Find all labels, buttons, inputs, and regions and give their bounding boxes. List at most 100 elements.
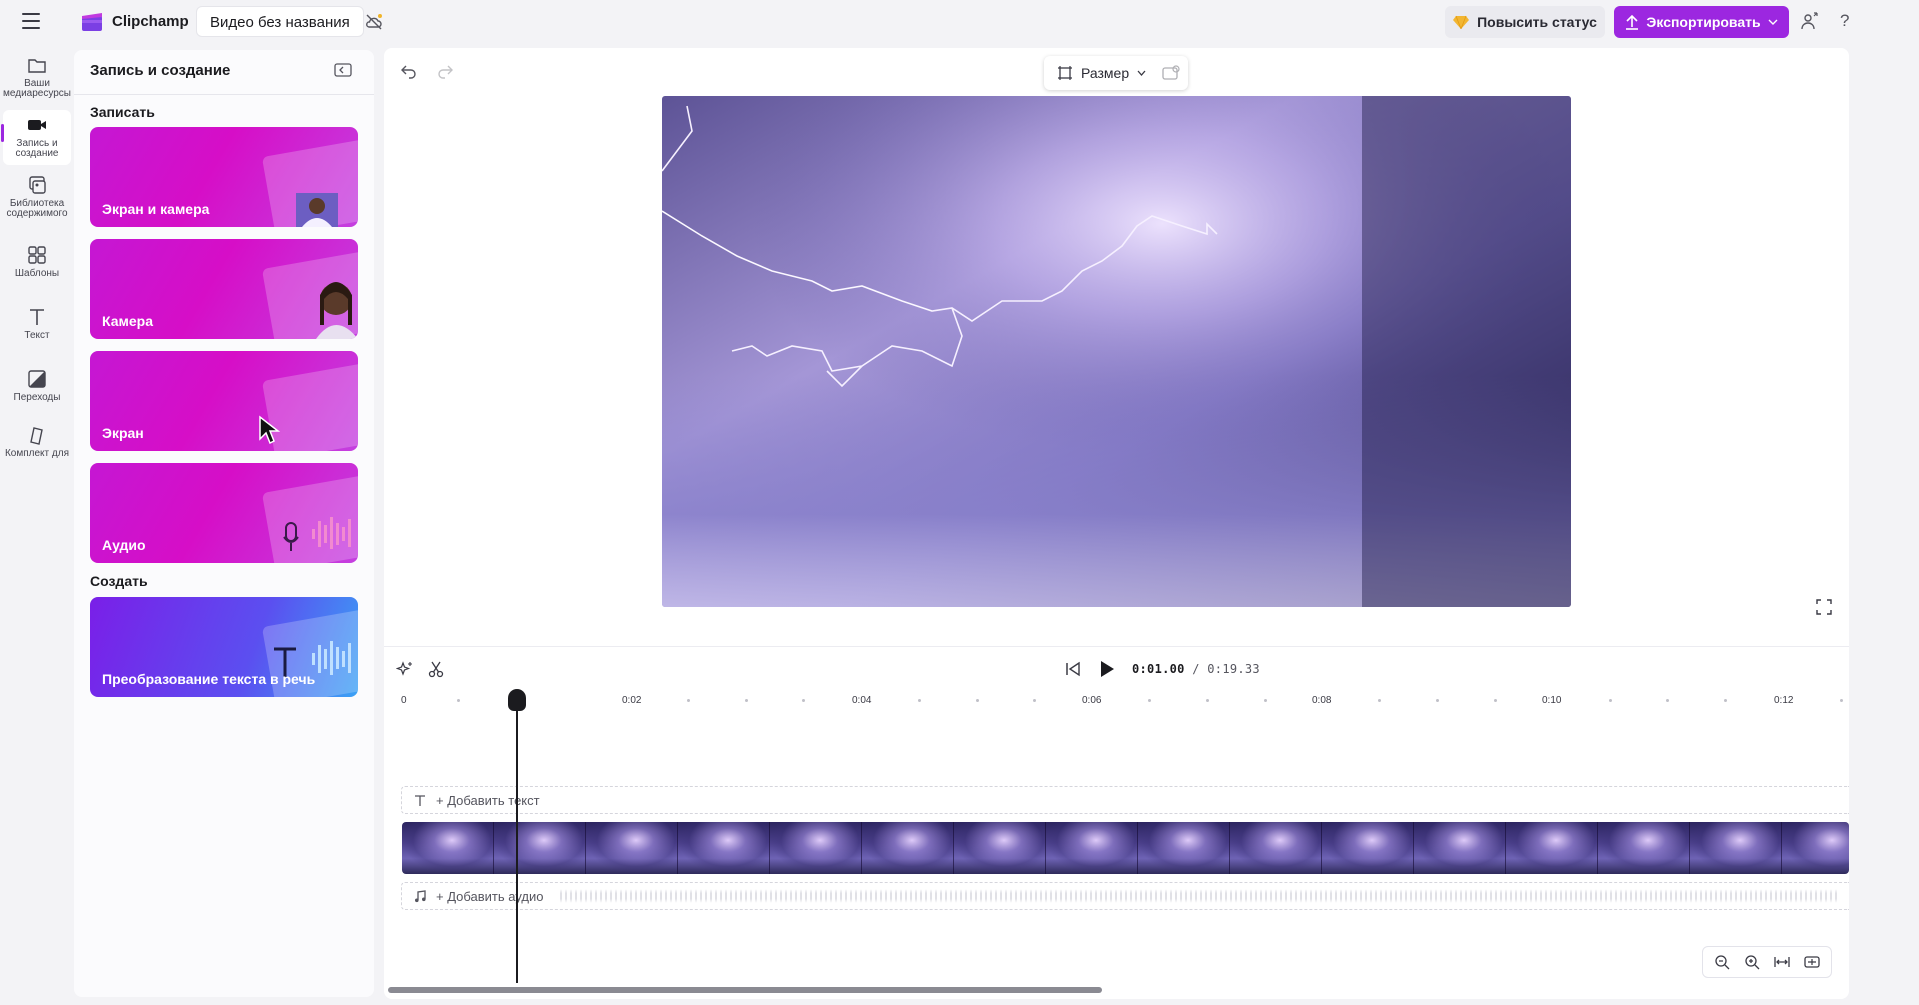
timeline-view-icon[interactable] xyxy=(1804,954,1820,970)
help-icon[interactable]: ? xyxy=(1840,11,1849,31)
clip-frame xyxy=(1506,822,1598,874)
card-audio[interactable]: Аудио xyxy=(90,463,358,563)
card-label: Аудио xyxy=(102,537,146,553)
zoom-out-icon[interactable] xyxy=(1714,954,1730,970)
rail-item-transitions[interactable]: Переходы xyxy=(3,368,71,403)
upgrade-label: Повысить статус xyxy=(1477,14,1597,30)
clip-frame xyxy=(1046,822,1138,874)
scissors-icon[interactable] xyxy=(427,660,445,678)
redo-icon[interactable] xyxy=(436,62,454,80)
cloud-off-icon[interactable] xyxy=(364,12,384,32)
card-label: Преобразование текста в речь xyxy=(102,671,316,687)
chevron-down-icon xyxy=(1137,70,1146,76)
ruler-dot xyxy=(1436,699,1439,702)
play-icon[interactable] xyxy=(1098,659,1116,679)
rail-label: Комплект для xyxy=(4,448,69,459)
microphone-wave-icon xyxy=(283,517,351,551)
templates-icon xyxy=(28,246,46,264)
chevron-down-icon xyxy=(1768,19,1778,25)
share-people-icon[interactable] xyxy=(1800,12,1820,32)
ruler-dot xyxy=(1264,699,1267,702)
card-label: Камера xyxy=(102,313,153,329)
video-camera-icon xyxy=(28,120,46,130)
card-screen[interactable]: Экран xyxy=(90,351,358,451)
clipchamp-logo-icon xyxy=(82,13,102,31)
fit-to-width-icon[interactable] xyxy=(1774,954,1790,970)
clip-frame xyxy=(1414,822,1506,874)
project-title-field[interactable]: Видео без названия xyxy=(196,6,364,37)
ruler-tick-label: 0:04 xyxy=(852,695,872,706)
aspect-size-button[interactable]: Размер xyxy=(1044,56,1188,90)
timeline-zoom-controls xyxy=(1702,946,1832,978)
audio-waveform-placeholder xyxy=(560,889,1840,903)
create-section-label: Создать xyxy=(90,573,148,589)
text-icon xyxy=(30,309,44,325)
total-time: / 0:19.33 xyxy=(1192,662,1260,676)
rail-label: Запись и создание xyxy=(15,138,59,159)
rail-item-media[interactable]: Ваши медиаресурсы xyxy=(3,54,71,99)
left-rail: Ваши медиаресурсы Запись и создание Библ… xyxy=(0,44,72,1005)
ruler-tick-label: 0:12 xyxy=(1774,695,1794,706)
ruler-dot xyxy=(976,699,979,702)
app-name: Clipchamp xyxy=(112,13,189,30)
add-audio-label: + Добавить аудио xyxy=(436,888,544,904)
cursor-icon xyxy=(259,415,281,445)
ruler-dot xyxy=(687,699,690,702)
folder-icon xyxy=(28,59,46,73)
collapse-panel-icon[interactable] xyxy=(334,62,352,78)
rail-label: Переходы xyxy=(13,392,61,403)
timeline-scrollbar[interactable] xyxy=(388,987,1102,993)
skip-to-start-icon[interactable] xyxy=(1064,660,1082,678)
video-preview[interactable] xyxy=(662,96,1571,607)
fullscreen-icon[interactable] xyxy=(1816,599,1832,615)
timeline-divider xyxy=(384,646,1849,647)
upgrade-button[interactable]: Повысить статус xyxy=(1445,6,1605,38)
brand-kit-icon xyxy=(30,427,43,445)
clip-frame xyxy=(586,822,678,874)
ruler-dot xyxy=(1148,699,1151,702)
clip-frame xyxy=(1782,822,1849,874)
library-icon xyxy=(29,176,46,194)
record-section-label: Записать xyxy=(90,104,155,120)
clip-frame xyxy=(1690,822,1782,874)
magic-sparkle-icon[interactable] xyxy=(396,660,414,678)
ruler-tick-label: 0:10 xyxy=(1542,695,1562,706)
panel-divider xyxy=(74,94,374,95)
menu-icon[interactable] xyxy=(22,13,40,29)
rail-item-templates[interactable]: Шаблоны xyxy=(3,244,71,279)
ruler-dot xyxy=(1609,699,1612,702)
ruler-dot xyxy=(1206,699,1209,702)
undo-icon[interactable] xyxy=(400,62,418,80)
rail-item-brand-kit[interactable]: Комплект для xyxy=(3,424,71,459)
playback-time: 0:01.00 / 0:19.33 xyxy=(1132,662,1260,676)
ruler-dot xyxy=(1840,699,1843,702)
transitions-icon xyxy=(28,370,46,388)
rail-item-library[interactable]: Библиотека содержимого xyxy=(3,174,71,219)
clip-frame xyxy=(1598,822,1690,874)
rail-item-text[interactable]: Текст xyxy=(3,306,71,341)
zoom-in-icon[interactable] xyxy=(1744,954,1760,970)
person-thumbnail xyxy=(296,193,338,227)
card-text-to-speech[interactable]: Преобразование текста в речь xyxy=(90,597,358,697)
add-text-track[interactable]: + Добавить текст xyxy=(401,786,1849,814)
rail-label: Шаблоны xyxy=(14,268,60,279)
resize-icon xyxy=(1058,66,1072,80)
background-icon[interactable] xyxy=(1162,65,1180,81)
playhead-handle[interactable] xyxy=(508,689,526,711)
clip-frame xyxy=(494,822,586,874)
music-note-icon xyxy=(415,889,426,902)
card-screen-and-camera[interactable]: Экран и камера xyxy=(90,127,358,227)
rail-item-record-create[interactable]: Запись и создание xyxy=(1,110,71,165)
card-label: Экран и камера xyxy=(102,201,210,217)
clip-frame xyxy=(1230,822,1322,874)
person-thumbnail xyxy=(316,282,358,339)
clip-frame xyxy=(1322,822,1414,874)
ruler-tick-label: 0 xyxy=(401,695,407,706)
add-text-label: + Добавить текст xyxy=(436,792,540,808)
export-button[interactable]: Экспортировать xyxy=(1614,6,1789,38)
diamond-icon xyxy=(1453,15,1470,29)
size-label: Размер xyxy=(1081,65,1130,81)
video-clip-track[interactable] xyxy=(402,822,1849,874)
card-camera[interactable]: Камера xyxy=(90,239,358,339)
rail-label: Ваши медиаресурсы xyxy=(3,78,71,99)
